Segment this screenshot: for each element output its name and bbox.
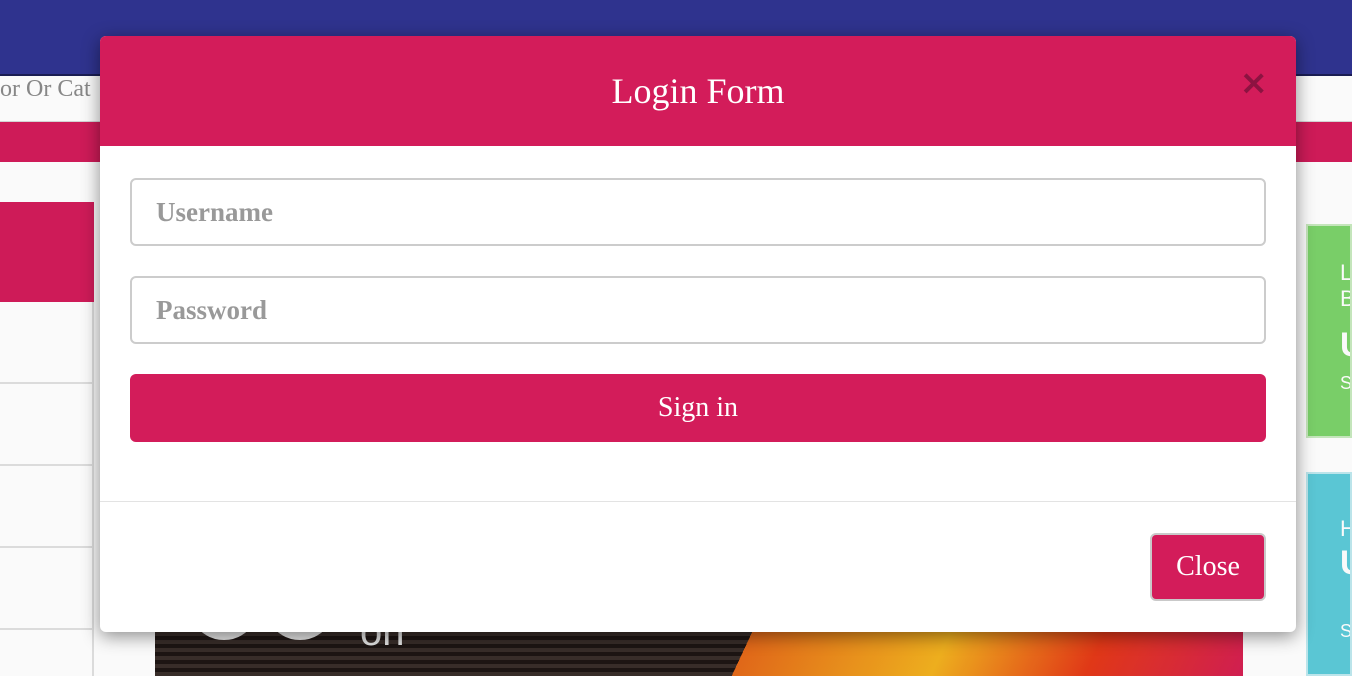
password-input[interactable]: [130, 276, 1266, 344]
close-button[interactable]: Close: [1150, 533, 1266, 601]
close-icon[interactable]: ×: [1240, 66, 1269, 100]
modal-body: Sign in: [100, 146, 1296, 502]
sign-in-button[interactable]: Sign in: [130, 374, 1266, 442]
login-modal: Login Form × Sign in Close: [100, 36, 1296, 632]
modal-title: Login Form: [611, 71, 785, 111]
modal-footer: Close: [100, 502, 1296, 632]
username-input[interactable]: [130, 178, 1266, 246]
modal-header: Login Form ×: [100, 36, 1296, 146]
